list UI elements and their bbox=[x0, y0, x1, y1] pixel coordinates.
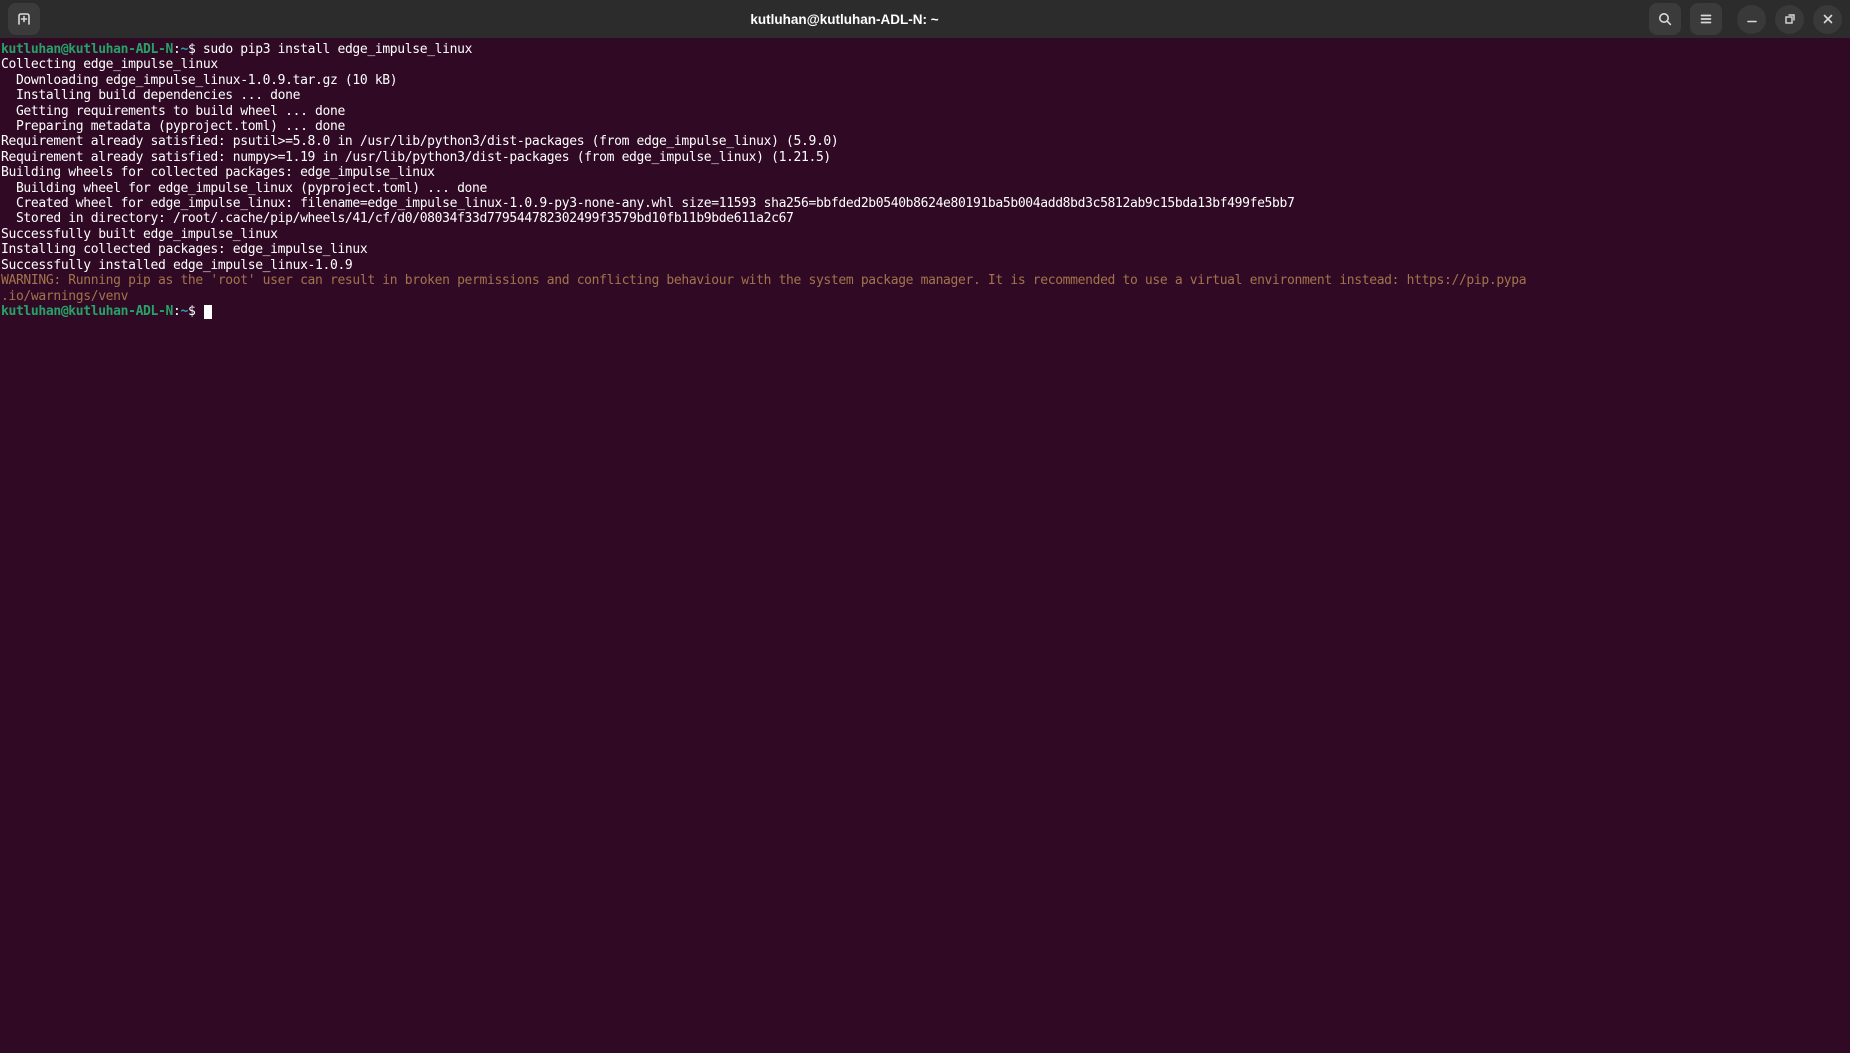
terminal-output[interactable]: kutluhan@kutluhan-ADL-N:~$ sudo pip3 ins… bbox=[0, 38, 1850, 1053]
restore-window-button[interactable] bbox=[1775, 4, 1804, 34]
terminal-line: Building wheels for collected packages: … bbox=[1, 165, 435, 181]
new-tab-button[interactable] bbox=[8, 3, 40, 35]
terminal-line: kutluhan@kutluhan-ADL-N:~$ bbox=[1, 304, 1850, 319]
terminal-line: Collecting edge_impulse_linux bbox=[1, 57, 218, 73]
menu-button[interactable] bbox=[1690, 3, 1722, 35]
terminal-line: Installing build dependencies ... done bbox=[1, 88, 301, 104]
terminal-cursor bbox=[203, 304, 212, 319]
terminal-line: WARNING: Running pip as the 'root' user … bbox=[1, 273, 1527, 289]
terminal-line: Downloading edge_impulse_linux-1.0.9.tar… bbox=[1, 72, 398, 88]
hamburger-menu-icon bbox=[1698, 11, 1714, 27]
minimize-button[interactable] bbox=[1737, 4, 1766, 34]
window-titlebar: kutluhan@kutluhan-ADL-N: ~ bbox=[0, 0, 1850, 38]
close-icon bbox=[1821, 12, 1835, 26]
terminal-line: Requirement already satisfied: numpy>=1.… bbox=[1, 149, 831, 165]
terminal-line: Requirement already satisfied: psutil>=5… bbox=[1, 134, 839, 150]
window-title: kutluhan@kutluhan-ADL-N: ~ bbox=[750, 11, 939, 27]
terminal-line: .io/warnings/venv bbox=[1, 288, 129, 304]
terminal-line: Getting requirements to build wheel ... … bbox=[1, 103, 345, 119]
terminal-line: Building wheel for edge_impulse_linux (p… bbox=[1, 180, 487, 196]
window-controls bbox=[1649, 3, 1842, 35]
terminal-line: Successfully installed edge_impulse_linu… bbox=[1, 257, 353, 273]
terminal-line: Installing collected packages: edge_impu… bbox=[1, 242, 368, 258]
search-icon bbox=[1657, 11, 1673, 27]
search-button[interactable] bbox=[1649, 3, 1681, 35]
terminal-line: Created wheel for edge_impulse_linux: fi… bbox=[1, 196, 1295, 212]
restore-window-icon bbox=[1783, 12, 1797, 26]
terminal-line: Successfully built edge_impulse_linux bbox=[1, 226, 278, 242]
new-tab-icon bbox=[16, 11, 32, 27]
terminal-line: kutluhan@kutluhan-ADL-N:~$ sudo pip3 ins… bbox=[1, 42, 473, 57]
minimize-icon bbox=[1745, 12, 1759, 26]
close-button[interactable] bbox=[1813, 4, 1842, 34]
terminal-line: Preparing metadata (pyproject.toml) ... … bbox=[1, 119, 345, 135]
terminal-line: Stored in directory: /root/.cache/pip/wh… bbox=[1, 211, 794, 227]
